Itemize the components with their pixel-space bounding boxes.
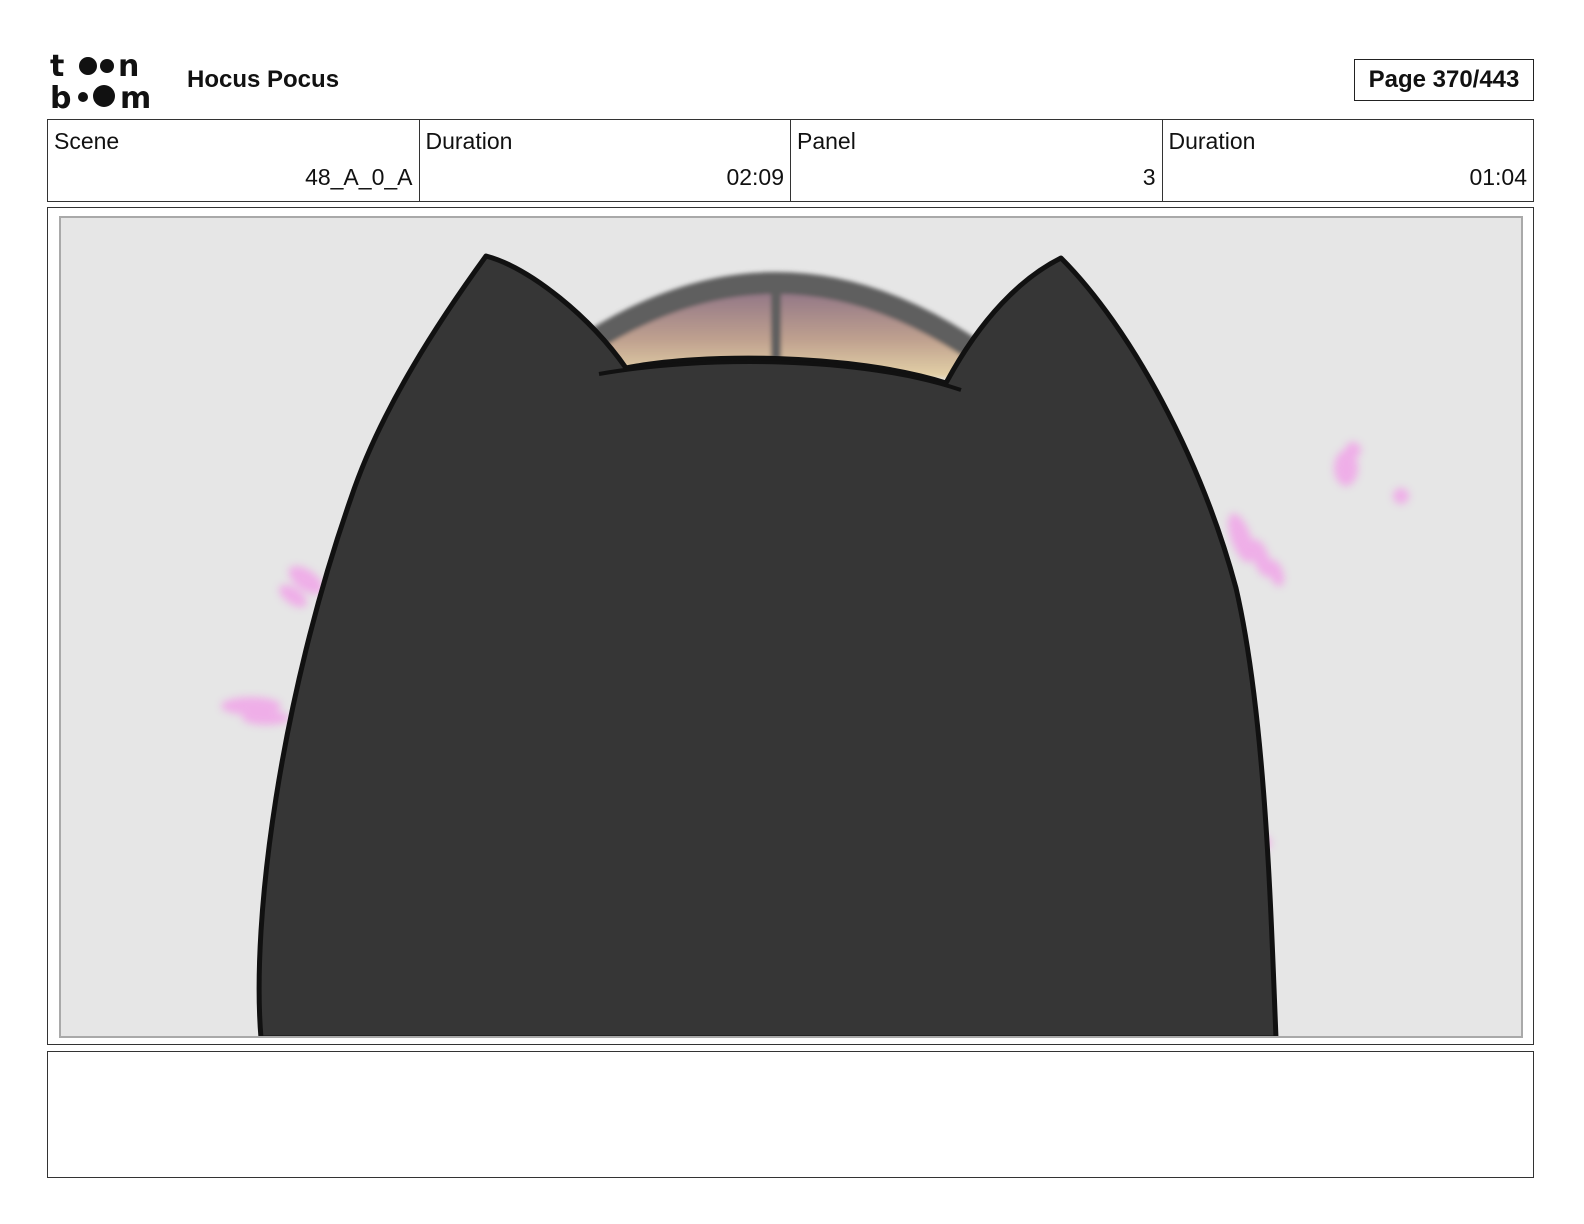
scene-duration-label: Duration bbox=[425, 128, 513, 154]
panel-label: Panel bbox=[797, 128, 856, 154]
svg-text:b: b bbox=[50, 81, 71, 112]
cat-silhouette bbox=[256, 253, 1279, 1036]
storyboard-drawing bbox=[61, 218, 1521, 1036]
scene-duration-cell: Duration 02:09 bbox=[420, 120, 791, 201]
panel-duration-label: Duration bbox=[1168, 128, 1256, 154]
page-indicator: Page 370/443 bbox=[1354, 59, 1534, 101]
svg-text:m: m bbox=[120, 81, 151, 112]
panel-cell: Panel 3 bbox=[791, 120, 1163, 201]
panel-frame bbox=[47, 207, 1534, 1045]
panel-value: 3 bbox=[1142, 164, 1156, 190]
scene-cell: Scene 48_A_0_A bbox=[48, 120, 420, 201]
scene-label: Scene bbox=[54, 128, 120, 154]
toonboom-logo: t n b m bbox=[50, 49, 166, 116]
panel-notes bbox=[47, 1051, 1534, 1178]
panel-image bbox=[59, 216, 1523, 1038]
svg-text:t: t bbox=[50, 50, 64, 84]
project-title: Hocus Pocus bbox=[187, 66, 340, 93]
panel-duration-cell: Duration 01:04 bbox=[1163, 120, 1534, 201]
scene-info-table: Scene 48_A_0_A Duration 02:09 Panel 3 Du… bbox=[47, 119, 1534, 202]
scene-value: 48_A_0_A bbox=[305, 164, 413, 190]
svg-text:n: n bbox=[118, 50, 139, 84]
panel-duration-value: 01:04 bbox=[1469, 164, 1527, 190]
scene-duration-value: 02:09 bbox=[726, 164, 784, 190]
